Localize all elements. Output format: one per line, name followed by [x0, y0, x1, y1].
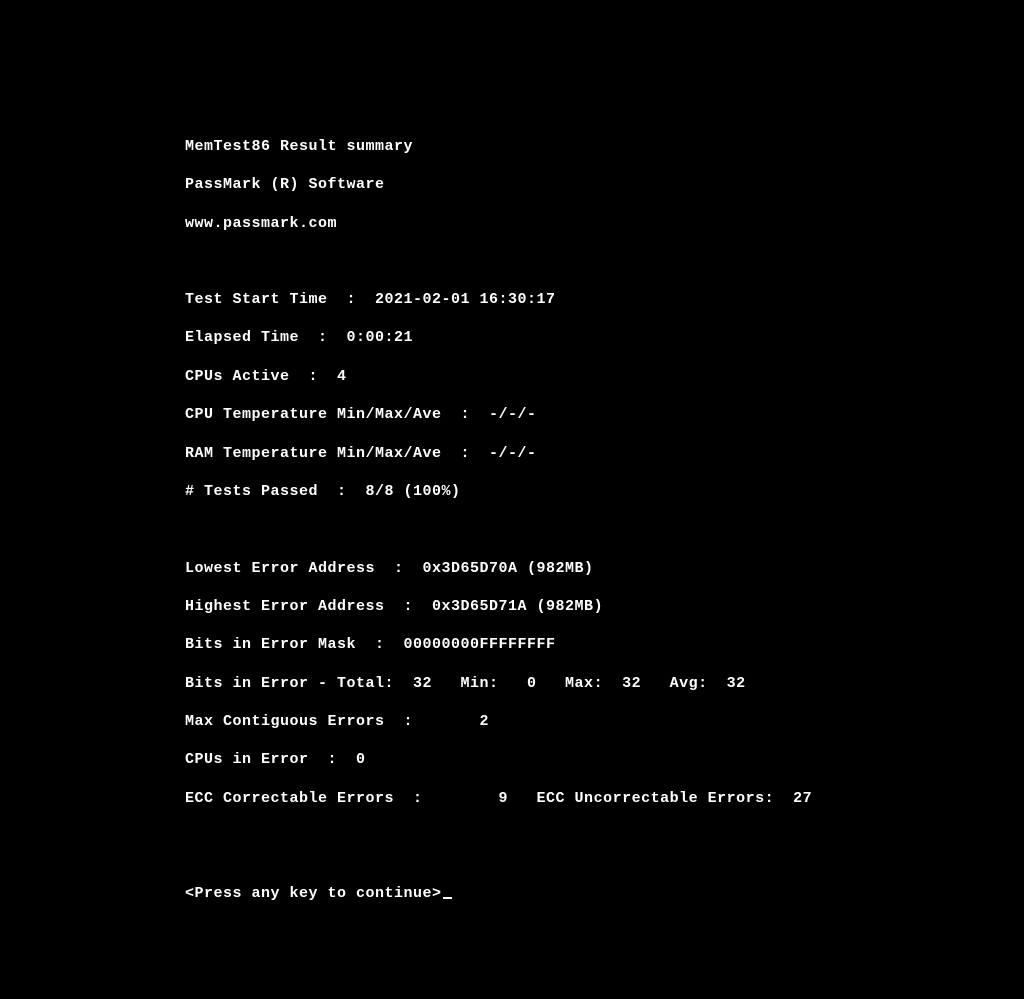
prompt-line[interactable]: <Press any key to continue> [185, 884, 1024, 903]
prompt-text: <Press any key to continue> [185, 885, 442, 902]
elapsed-time-line: Elapsed Time : 0:00:21 [185, 328, 1024, 347]
vendor-line: PassMark (R) Software [185, 175, 1024, 194]
ecc-errors-line: ECC Correctable Errors : 9 ECC Uncorrect… [185, 789, 1024, 808]
blank-lines [185, 827, 1024, 865]
title-line: MemTest86 Result summary [185, 137, 1024, 156]
start-time-line: Test Start Time : 2021-02-01 16:30:17 [185, 290, 1024, 309]
bits-mask-line: Bits in Error Mask : 00000000FFFFFFFF [185, 635, 1024, 654]
contiguous-errors-line: Max Contiguous Errors : 2 [185, 712, 1024, 731]
tests-passed-line: # Tests Passed : 8/8 (100%) [185, 482, 1024, 501]
bits-total-line: Bits in Error - Total: 32 Min: 0 Max: 32… [185, 674, 1024, 693]
blank-line [185, 252, 1024, 271]
blank-line [185, 520, 1024, 539]
cpus-active-line: CPUs Active : 4 [185, 367, 1024, 386]
ram-temp-line: RAM Temperature Min/Max/Ave : -/-/- [185, 444, 1024, 463]
cursor-icon [443, 897, 452, 899]
url-line: www.passmark.com [185, 214, 1024, 233]
highest-error-line: Highest Error Address : 0x3D65D71A (982M… [185, 597, 1024, 616]
cpu-temp-line: CPU Temperature Min/Max/Ave : -/-/- [185, 405, 1024, 424]
cpus-in-error-line: CPUs in Error : 0 [185, 750, 1024, 769]
lowest-error-line: Lowest Error Address : 0x3D65D70A (982MB… [185, 559, 1024, 578]
